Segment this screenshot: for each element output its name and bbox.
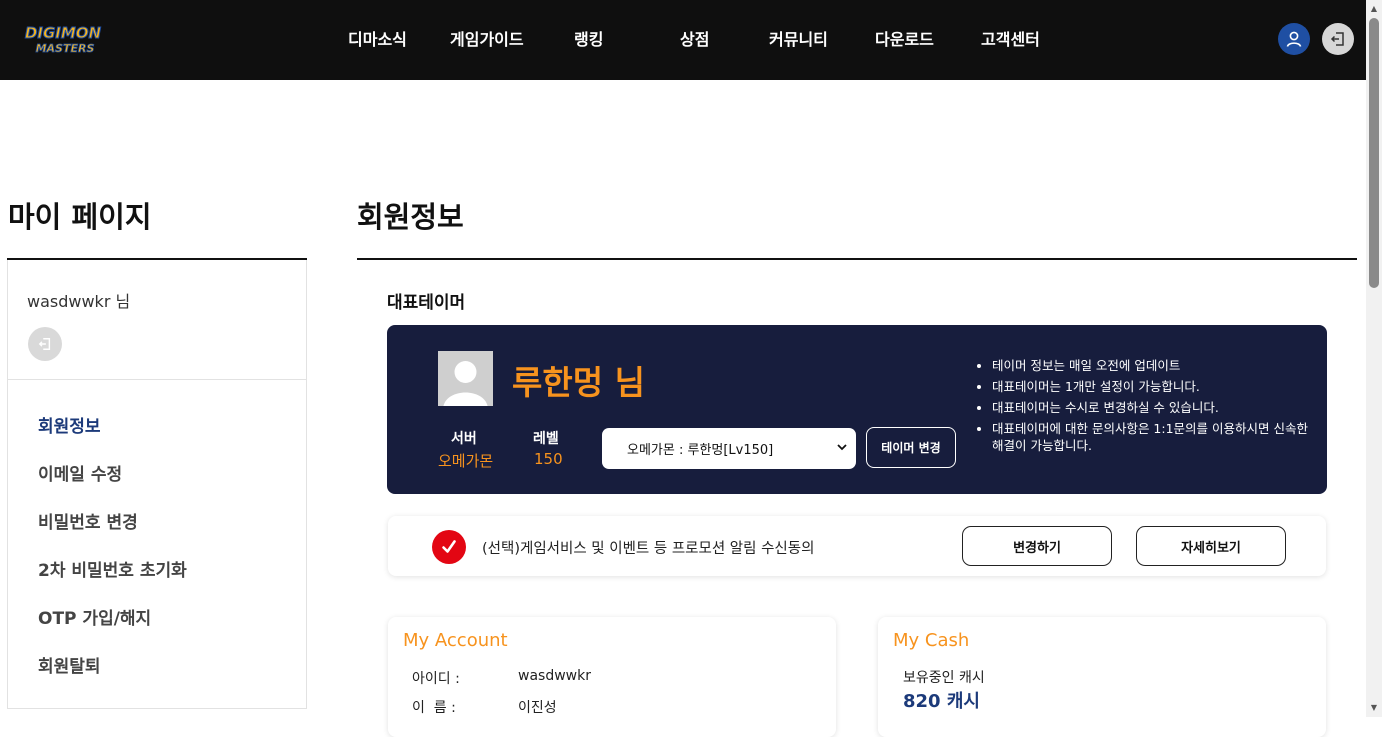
consent-checkbox[interactable] <box>432 530 466 564</box>
level-value: 150 <box>534 450 563 468</box>
nav-game-guide[interactable]: 게임가이드 <box>450 26 524 50</box>
tamer-change-button[interactable]: 테이머 변경 <box>866 427 956 468</box>
sidebar-item-member-info[interactable]: 회원정보 <box>38 412 101 437</box>
scroll-down-icon[interactable]: ▼ <box>1369 703 1379 713</box>
cash-label: 보유중인 캐시 <box>903 670 985 686</box>
tamer-note: 대표테이머에 대한 문의사항은 1:1문의를 이용하시면 신속한 해결이 가능합… <box>992 420 1312 454</box>
sidebar-item-email[interactable]: 이메일 수정 <box>38 460 122 485</box>
logout-button[interactable] <box>1322 23 1354 55</box>
user-button[interactable] <box>1278 23 1310 55</box>
sidebar-logout-button[interactable] <box>28 327 62 361</box>
nav-support[interactable]: 고객센터 <box>981 26 1040 50</box>
server-value: 오메가몬 <box>438 452 494 470</box>
consent-detail-button[interactable]: 자세히보기 <box>1136 526 1286 566</box>
rep-tamer-title: 대표테이머 <box>387 293 466 313</box>
tamer-note: 대표테이머는 1개만 설정이 가능합니다. <box>992 378 1312 395</box>
tamer-select[interactable]: 오메가몬 : 루한멍[Lv150] <box>602 428 856 469</box>
sidebar-separator <box>8 379 306 380</box>
scroll-thumb[interactable] <box>1369 18 1379 288</box>
tamer-note: 테이머 정보는 매일 오전에 업데이트 <box>992 357 1312 374</box>
scroll-up-icon[interactable]: ▲ <box>1369 4 1379 14</box>
account-id-value: wasdwwkr <box>518 668 591 684</box>
cash-value: 820 캐시 <box>903 691 980 712</box>
level-label: 레벨 <box>533 431 559 447</box>
my-account-title: My Account <box>403 630 508 651</box>
tamer-select-value: 오메가몬 : 루한멍[Lv150] <box>627 443 774 458</box>
tamer-note: 대표테이머는 수시로 변경하실 수 있습니다. <box>992 399 1312 416</box>
user-icon <box>1286 31 1302 47</box>
top-header: DIGIMON MASTERS 디마소식 게임가이드 랭킹 상점 커뮤니티 다운… <box>0 0 1366 80</box>
sidebar-item-otp[interactable]: OTP 가입/해지 <box>38 604 151 629</box>
check-icon <box>442 540 456 553</box>
account-name-value: 이진성 <box>518 700 557 716</box>
nav-community[interactable]: 커뮤니티 <box>769 26 828 50</box>
nav-shop[interactable]: 상점 <box>680 26 709 50</box>
tamer-name: 루한멍 님 <box>512 363 645 402</box>
account-id-label: 아이디 : <box>412 671 460 687</box>
nav-news[interactable]: 디마소식 <box>348 26 407 50</box>
main-divider <box>357 258 1357 260</box>
consent-text: (선택)게임서비스 및 이벤트 등 프로모션 알림 수신동의 <box>482 541 815 557</box>
logout-icon <box>1330 32 1344 46</box>
sidebar-item-withdraw[interactable]: 회원탈퇴 <box>38 652 101 677</box>
my-cash-title: My Cash <box>893 630 970 651</box>
chevron-down-icon <box>837 444 847 451</box>
logout-icon <box>38 338 51 350</box>
page-title: 회원정보 <box>357 200 464 234</box>
server-label: 서버 <box>451 431 477 447</box>
consent-change-button[interactable]: 변경하기 <box>962 526 1112 566</box>
account-name-label: 이 름 : <box>412 700 456 716</box>
sidebar-item-password[interactable]: 비밀번호 변경 <box>38 508 138 533</box>
nav-ranking[interactable]: 랭킹 <box>574 26 603 50</box>
tamer-notes: 테이머 정보는 매일 오전에 업데이트 대표테이머는 1개만 설정이 가능합니다… <box>975 357 1312 458</box>
avatar-placeholder-icon <box>443 361 488 406</box>
sidebar-item-second-password[interactable]: 2차 비밀번호 초기화 <box>38 556 187 581</box>
sidebar-title: 마이 페이지 <box>8 200 152 234</box>
nav-download[interactable]: 다운로드 <box>875 26 934 50</box>
tamer-avatar <box>438 351 493 406</box>
main-nav: 디마소식 게임가이드 랭킹 상점 커뮤니티 다운로드 고객센터 <box>0 26 1366 50</box>
sidebar-username: wasdwwkr 님 <box>27 292 131 311</box>
